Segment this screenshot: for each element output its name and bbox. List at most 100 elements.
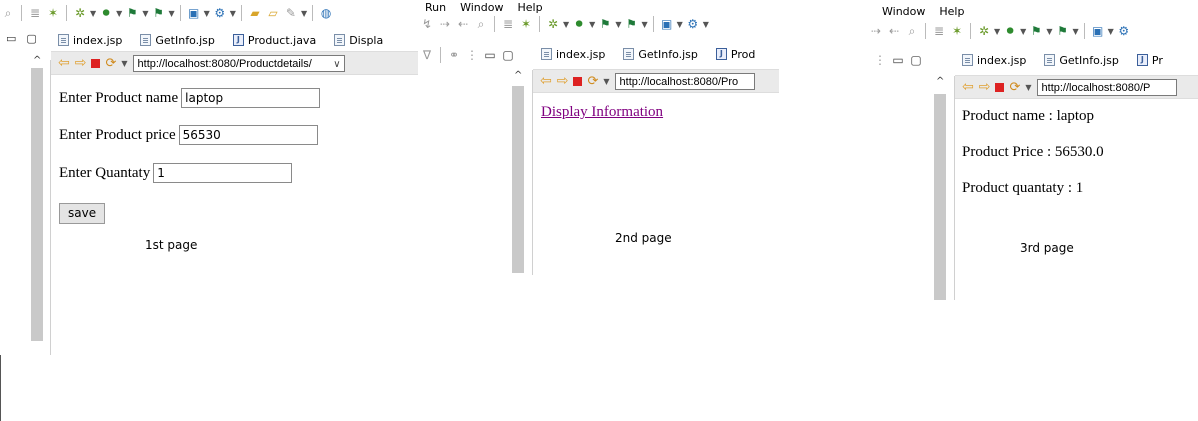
forward-arrow-icon[interactable]: ⇨ [557, 73, 569, 89]
new-wizard-icon[interactable]: ▣ [659, 16, 675, 32]
wand-icon[interactable]: ✶ [518, 16, 534, 32]
server-icon[interactable]: ⚑ [623, 16, 639, 32]
stop-icon[interactable] [573, 76, 583, 86]
chevron-down-icon[interactable]: ▼ [116, 9, 122, 18]
tab-index-jsp[interactable]: index.jsp [958, 54, 1036, 67]
chevron-down-icon[interactable]: ▼ [142, 9, 148, 18]
back-arrow-icon[interactable]: ⇦ [962, 79, 974, 95]
tab-getinfo-jsp[interactable]: GetInfo.jsp [136, 34, 225, 47]
tab-index-jsp[interactable]: index.jsp [54, 34, 132, 47]
chevron-down-icon[interactable]: ∨ [331, 55, 341, 71]
url-input[interactable]: http://localhost:8080/Productdetails/ ∨ [132, 54, 345, 72]
tab-getinfo-jsp[interactable]: GetInfo.jsp [1040, 54, 1129, 67]
tab-product-java[interactable]: J Pr [1133, 54, 1173, 67]
menu-help[interactable]: Help [939, 5, 964, 18]
back-icon[interactable]: ⇠ [886, 23, 902, 39]
minimize-icon[interactable]: ▭ [482, 47, 498, 63]
wand-icon[interactable]: ✶ [949, 23, 965, 39]
quantity-input[interactable]: 1 [153, 163, 293, 183]
scrollbar-gutter[interactable] [934, 94, 946, 300]
globe-icon[interactable]: ◍ [318, 5, 334, 21]
maximize-icon[interactable]: ▢ [908, 52, 924, 68]
chevron-down-icon[interactable]: ▼ [603, 77, 609, 86]
chevron-down-icon[interactable]: ▼ [641, 20, 647, 29]
chevron-down-icon[interactable]: ▼ [1046, 27, 1052, 36]
display-information-link[interactable]: Display Information [541, 104, 663, 120]
new-class-icon[interactable]: ⚙ [685, 16, 701, 32]
refresh-icon[interactable]: ⟳ [1009, 80, 1020, 95]
menu-window[interactable]: Window [460, 1, 503, 14]
format-icon[interactable]: ≣ [931, 23, 947, 39]
chevron-down-icon[interactable]: ▼ [994, 27, 1000, 36]
tab-product-java[interactable]: J Product.java [229, 34, 326, 47]
chevron-down-icon[interactable]: ▼ [168, 9, 174, 18]
debug-icon[interactable]: ✲ [976, 23, 992, 39]
menu-dots-icon[interactable]: ⋮ [872, 52, 888, 68]
pin-icon[interactable]: ✎ [283, 5, 299, 21]
scroll-up-icon[interactable]: ^ [514, 70, 522, 81]
chevron-down-icon[interactable]: ▼ [703, 20, 709, 29]
tab-getinfo-jsp[interactable]: GetInfo.jsp [619, 48, 708, 61]
url-input[interactable]: http://localhost:8080/Pro [614, 72, 755, 90]
search-icon[interactable]: ⌕ [473, 16, 489, 32]
back-icon[interactable]: ⇠ [455, 16, 471, 32]
chevron-down-icon[interactable]: ▼ [589, 20, 595, 29]
menu-help[interactable]: Help [517, 1, 542, 14]
scroll-up-icon[interactable]: ^ [936, 76, 944, 87]
search-icon[interactable]: ⌕ [904, 23, 920, 39]
chevron-down-icon[interactable]: ▼ [563, 20, 569, 29]
stop-icon[interactable] [91, 58, 101, 68]
folder-icon[interactable]: ▱ [265, 5, 281, 21]
external-tools-icon[interactable]: ⚑ [1028, 23, 1044, 39]
scroll-up-icon[interactable]: ^ [33, 55, 41, 66]
format-icon[interactable]: ≣ [500, 16, 516, 32]
scrollbar-gutter[interactable] [512, 86, 524, 273]
chevron-down-icon[interactable]: ▼ [1108, 27, 1114, 36]
new-class-icon[interactable]: ⚙ [212, 5, 228, 21]
prev-annotation-icon[interactable]: ⇢ [437, 16, 453, 32]
server-icon[interactable]: ⚑ [1054, 23, 1070, 39]
external-tools-icon[interactable]: ⚑ [597, 16, 613, 32]
tab-index-jsp[interactable]: index.jsp [537, 48, 615, 61]
minimize-icon[interactable]: ▭ [6, 32, 16, 45]
search-icon[interactable]: ⌕ [0, 5, 16, 21]
new-wizard-icon[interactable]: ▣ [186, 5, 202, 21]
new-wizard-icon[interactable]: ▣ [1090, 23, 1106, 39]
chevron-down-icon[interactable]: ▼ [1020, 27, 1026, 36]
chevron-down-icon[interactable]: ▼ [615, 20, 621, 29]
next-annotation-icon[interactable]: ↯ [419, 16, 435, 32]
debug-icon[interactable]: ✲ [72, 5, 88, 21]
link-icon[interactable]: ⚭ [446, 47, 462, 63]
menu-window[interactable]: Window [882, 5, 925, 18]
maximize-icon[interactable]: ▢ [500, 47, 516, 63]
chevron-down-icon[interactable]: ▼ [121, 59, 127, 68]
filter-icon[interactable]: ∇ [419, 47, 435, 63]
refresh-icon[interactable]: ⟳ [105, 56, 116, 71]
scrollbar-gutter[interactable] [31, 68, 43, 341]
back-arrow-icon[interactable]: ⇦ [540, 73, 552, 89]
chevron-down-icon[interactable]: ▼ [301, 9, 307, 18]
new-class-icon[interactable]: ⚙ [1116, 23, 1132, 39]
refresh-icon[interactable]: ⟳ [587, 74, 598, 89]
tab-display[interactable]: Displa [330, 34, 393, 47]
back-arrow-icon[interactable]: ⇦ [58, 55, 70, 71]
wand-icon[interactable]: ✶ [45, 5, 61, 21]
open-folder-icon[interactable]: ▰ [247, 5, 263, 21]
url-input[interactable]: http://localhost:8080/P [1036, 78, 1177, 96]
product-price-input[interactable]: 56530 [178, 125, 318, 145]
chevron-down-icon[interactable]: ▼ [230, 9, 236, 18]
forward-arrow-icon[interactable]: ⇨ [75, 55, 87, 71]
chevron-down-icon[interactable]: ▼ [1072, 27, 1078, 36]
forward-arrow-icon[interactable]: ⇨ [979, 79, 991, 95]
format-icon[interactable]: ≣ [27, 5, 43, 21]
minimize-icon[interactable]: ▭ [890, 52, 906, 68]
chevron-down-icon[interactable]: ▼ [204, 9, 210, 18]
server-icon[interactable]: ⚑ [150, 5, 166, 21]
chevron-down-icon[interactable]: ▼ [90, 9, 96, 18]
run-icon[interactable]: ⏺ [1002, 23, 1018, 39]
prev-annotation-icon[interactable]: ⇢ [868, 23, 884, 39]
menu-dots-icon[interactable]: ⋮ [464, 47, 480, 63]
stop-icon[interactable] [995, 82, 1005, 92]
product-name-input[interactable]: laptop [181, 88, 321, 108]
save-button[interactable]: save [59, 203, 106, 224]
